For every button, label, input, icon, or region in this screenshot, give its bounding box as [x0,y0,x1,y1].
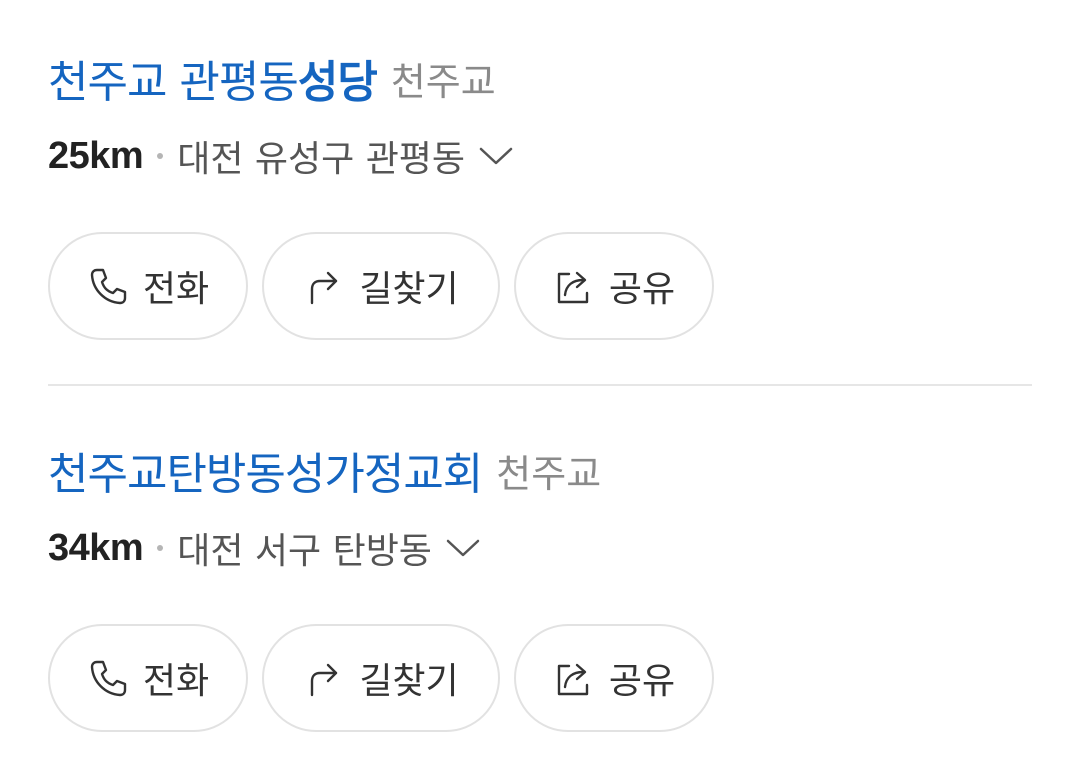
share-label: 공유 [608,269,676,310]
turn-right-arrow-icon [303,657,345,699]
turn-right-arrow-icon [303,265,345,307]
directions-button[interactable]: 길찾기 [262,232,500,340]
title-row: 천주교탄방동성가정교회 천주교 [48,434,1032,506]
share-icon [553,657,595,699]
place-name-link[interactable]: 천주교 관평동성당 [48,46,378,110]
directions-label: 길찾기 [359,661,459,702]
title-row: 천주교 관평동성당 천주교 [48,42,1032,114]
meta-row: 34km 대전 서구 탄방동 [48,518,1032,578]
chevron-down-icon[interactable] [446,538,480,558]
directions-button[interactable]: 길찾기 [262,624,500,732]
call-button[interactable]: 전화 [48,232,248,340]
address[interactable]: 대전 유성구 관평동 [177,130,465,182]
place-name-text: 천주교 관평동 [48,57,299,108]
phone-icon [87,265,129,307]
separator-dot [157,545,164,551]
place-category: 천주교 [390,59,496,104]
separator-dot [157,153,164,159]
call-button[interactable]: 전화 [48,624,248,732]
place-name-text: 천주교탄방동성가정교회 [48,449,483,500]
search-results-list: 천주교 관평동성당 천주교 25km 대전 유성구 관평동 전화 길찾기 공유 … [0,0,1080,765]
address[interactable]: 대전 서구 탄방동 [177,522,432,574]
meta-row: 25km 대전 유성구 관평동 [48,126,1032,186]
result-divider [48,384,1032,386]
call-label: 전화 [142,661,210,702]
action-buttons: 전화 길찾기 공유 [48,232,1032,340]
share-label: 공유 [608,661,676,702]
place-result-1: 천주교 관평동성당 천주교 25km 대전 유성구 관평동 전화 길찾기 공유 [48,42,1032,340]
share-icon [553,265,595,307]
place-name-highlight: 성당 [297,57,378,108]
distance: 25km [48,134,144,177]
share-button[interactable]: 공유 [514,232,714,340]
place-category: 천주교 [496,451,602,496]
distance: 34km [48,526,144,569]
share-button[interactable]: 공유 [514,624,714,732]
chevron-down-icon[interactable] [479,146,513,166]
directions-label: 길찾기 [359,269,459,310]
place-name-link[interactable]: 천주교탄방동성가정교회 [48,438,483,502]
action-buttons: 전화 길찾기 공유 [48,624,1032,732]
phone-icon [87,657,129,699]
place-result-2: 천주교탄방동성가정교회 천주교 34km 대전 서구 탄방동 전화 길찾기 공유 [48,434,1032,732]
call-label: 전화 [142,269,210,310]
